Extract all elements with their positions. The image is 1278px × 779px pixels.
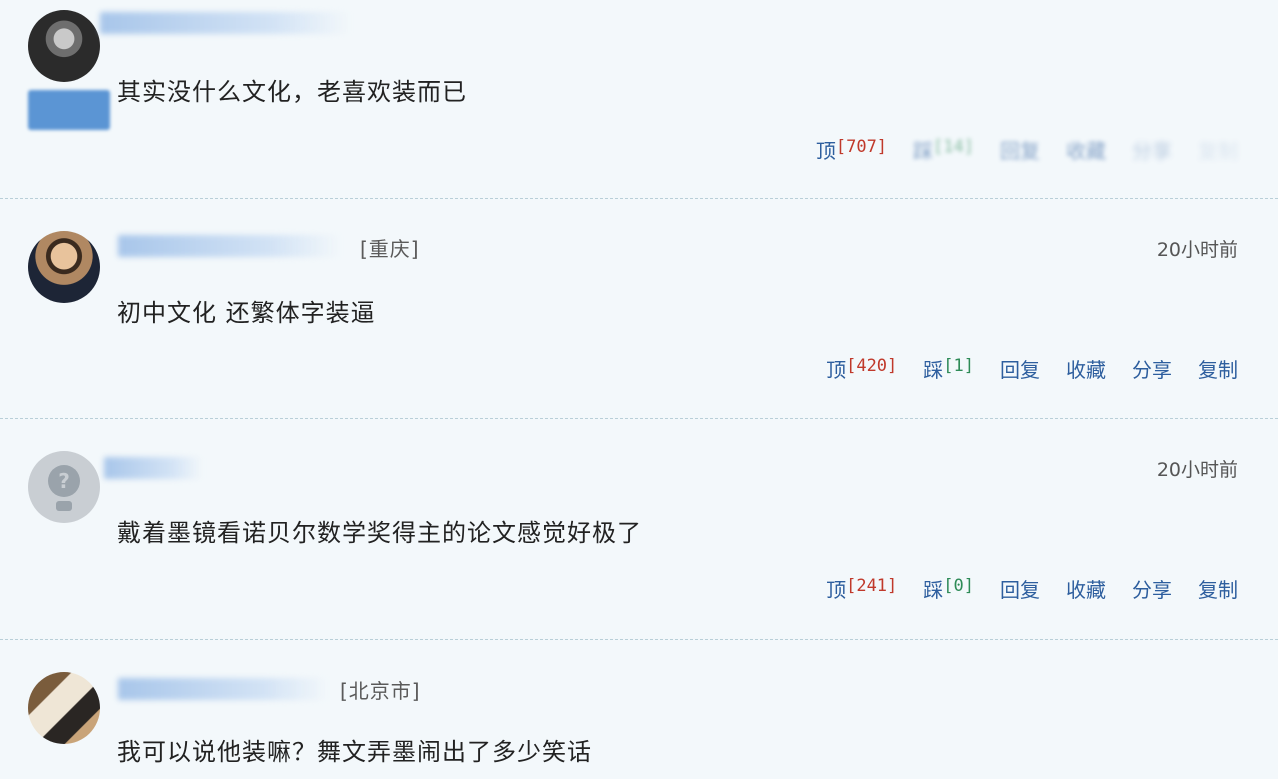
default-avatar[interactable]: ? <box>28 451 100 523</box>
user-avatar[interactable] <box>28 672 100 744</box>
comment-time: 20小时前 <box>1156 459 1238 481</box>
comment-item: ? 20小时前 戴着墨镜看诺贝尔数学奖得主的论文感觉好极了 顶 [241] 踩 [0… <box>0 419 1278 639</box>
username-blurred[interactable] <box>104 457 202 479</box>
comment-actions: 顶 [707] 踩 [14] 回复 收藏 分享 复制 <box>816 135 1238 164</box>
username-blurred[interactable] <box>100 12 350 34</box>
downvote-button[interactable]: 踩 [14] <box>913 135 974 164</box>
user-location: [北京市] <box>340 679 421 703</box>
comment-actions: 顶 [420] 踩 [1] 回复 收藏 分享 复制 <box>826 354 1238 383</box>
user-location: [重庆] <box>360 237 420 261</box>
user-badge <box>28 90 110 130</box>
collect-button[interactable]: 收藏 <box>1066 135 1106 164</box>
comment-text: 戴着墨镜看诺贝尔数学奖得主的论文感觉好极了 <box>117 519 642 547</box>
comment-text: 我可以说他装嘛？舞文弄墨闹出了多少笑话 <box>117 738 592 766</box>
comment-item: 其实没什么文化，老喜欢装而已 顶 [707] 踩 [14] 回复 收藏 分享 复制 <box>0 0 1278 198</box>
copy-button[interactable]: 复制 <box>1198 574 1238 603</box>
downvote-button[interactable]: 踩 [0] <box>923 574 974 603</box>
collect-button[interactable]: 收藏 <box>1066 574 1106 603</box>
copy-button[interactable]: 复制 <box>1198 135 1238 164</box>
copy-button[interactable]: 复制 <box>1198 354 1238 383</box>
downvote-button[interactable]: 踩 [1] <box>923 354 974 383</box>
share-button[interactable]: 分享 <box>1132 135 1172 164</box>
username-blurred[interactable] <box>118 678 328 700</box>
reply-button[interactable]: 回复 <box>1000 574 1040 603</box>
upvote-button[interactable]: 顶 [241] <box>826 574 897 603</box>
username-blurred[interactable] <box>118 235 340 257</box>
collect-button[interactable]: 收藏 <box>1066 354 1106 383</box>
user-avatar[interactable] <box>28 10 100 82</box>
user-avatar[interactable] <box>28 231 100 303</box>
comment-text: 其实没什么文化，老喜欢装而已 <box>117 78 467 106</box>
reply-button[interactable]: 回复 <box>1000 135 1040 164</box>
reply-button[interactable]: 回复 <box>1000 354 1040 383</box>
upvote-button[interactable]: 顶 [420] <box>826 354 897 383</box>
comment-actions: 顶 [241] 踩 [0] 回复 收藏 分享 复制 <box>826 574 1238 603</box>
comment-item: [重庆] 20小时前 初中文化 还繁体字装逼 顶 [420] 踩 [1] 回复 收藏… <box>0 199 1278 418</box>
share-button[interactable]: 分享 <box>1132 574 1172 603</box>
comment-time: 20小时前 <box>1156 239 1238 261</box>
upvote-button[interactable]: 顶 [707] <box>816 135 887 164</box>
share-button[interactable]: 分享 <box>1132 354 1172 383</box>
comment-item: [北京市] 我可以说他装嘛？舞文弄墨闹出了多少笑话 <box>0 640 1278 779</box>
comment-text: 初中文化 还繁体字装逼 <box>117 299 376 327</box>
